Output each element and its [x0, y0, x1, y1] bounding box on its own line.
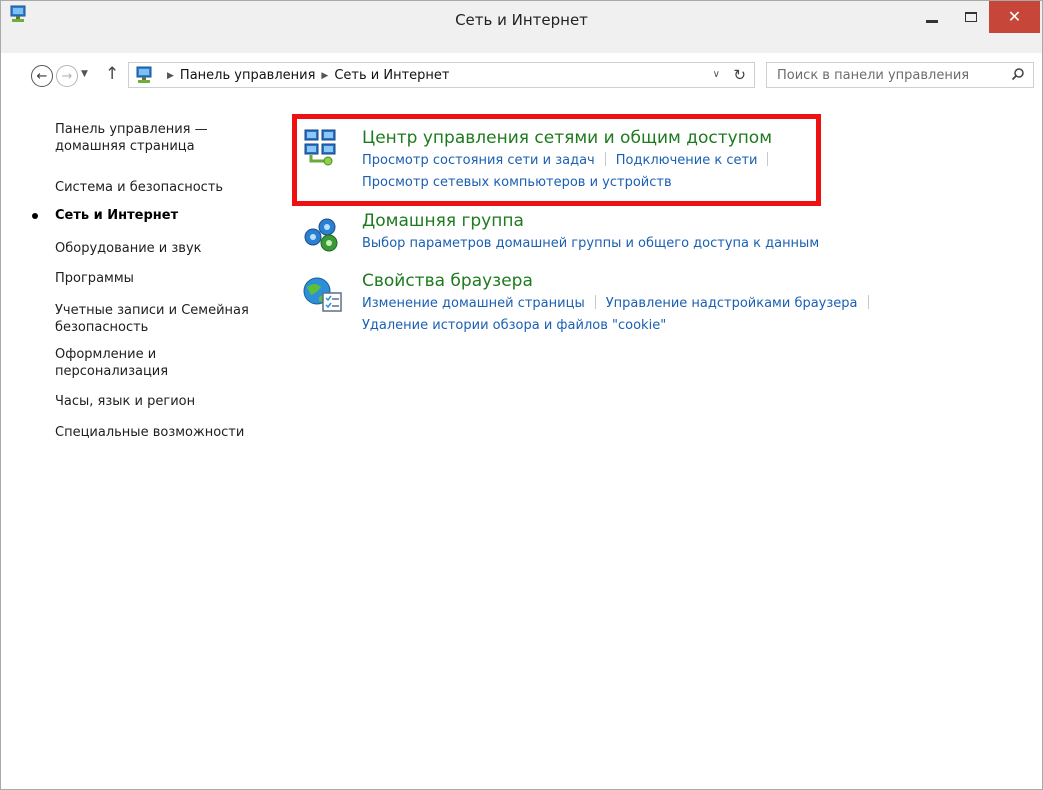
current-item-bullet-icon	[32, 213, 38, 219]
manage-addons-link[interactable]: Управление надстройками браузера	[606, 296, 858, 311]
arrow-left-icon: ←	[36, 68, 48, 84]
address-row: ← → ▼ ↑ ▶ Панель управления ▶ Сеть и Интерн…	[1, 57, 1042, 95]
chevron-down-icon: ▼	[81, 69, 88, 79]
close-button[interactable]: ✕	[989, 1, 1040, 33]
maximize-icon	[965, 11, 977, 22]
breadcrumb-network-internet[interactable]: Сеть и Интернет	[334, 68, 449, 83]
sidebar-item-system-security[interactable]: Система и безопасность	[55, 179, 280, 196]
sidebar-item-user-accounts[interactable]: Учетные записи и Семейная безопасность	[55, 302, 270, 336]
breadcrumb-separator-icon[interactable]: ▶	[167, 71, 174, 81]
sidebar-item-accessibility[interactable]: Специальные возможности	[55, 424, 280, 441]
link-divider	[867, 295, 869, 309]
up-button[interactable]: ↑	[105, 64, 119, 84]
internet-options-title[interactable]: Свойства браузера	[362, 271, 533, 291]
search-input[interactable]: Поиск в панели управления	[766, 62, 1034, 88]
sidebar-item-hardware-sound[interactable]: Оборудование и звук	[55, 240, 280, 257]
homegroup-title[interactable]: Домашняя группа	[362, 211, 524, 231]
change-home-page-link[interactable]: Изменение домашней страницы	[362, 296, 585, 311]
breadcrumb-separator-icon[interactable]: ▶	[321, 71, 328, 81]
highlight-box	[292, 114, 821, 206]
control-panel-window: Сеть и Интернет ✕ ← → ▼ ↑ ▶ Панель управл…	[0, 0, 1043, 790]
internet-options-links: Изменение домашней страницы Управление на…	[362, 293, 879, 315]
window-title: Сеть и Интернет	[455, 11, 588, 29]
internet-options-icon[interactable]	[301, 273, 345, 317]
network-folder-icon	[136, 66, 152, 83]
link-divider	[594, 295, 596, 309]
forward-button[interactable]: →	[56, 65, 78, 87]
arrow-up-icon: ↑	[105, 64, 120, 84]
delete-browsing-history-link[interactable]: Удаление истории обзора и файлов "cookie…	[362, 318, 666, 333]
sidebar-item-control-panel-home[interactable]: Панель управления — домашняя страница	[55, 121, 245, 155]
minimize-icon	[926, 20, 938, 23]
address-bar[interactable]: ▶ Панель управления ▶ Сеть и Интернет ∨ ↻	[128, 62, 755, 88]
back-button[interactable]: ←	[31, 65, 53, 87]
title-bar: Сеть и Интернет ✕	[1, 1, 1042, 53]
search-icon[interactable]	[1011, 67, 1025, 81]
maximize-button[interactable]	[954, 1, 988, 32]
breadcrumb-control-panel[interactable]: Панель управления	[180, 68, 316, 83]
sidebar-item-clock-region[interactable]: Часы, язык и регион	[55, 393, 280, 410]
sidebar-item-network-internet: Сеть и Интернет	[55, 208, 179, 223]
breadcrumb: ▶ Панель управления ▶ Сеть и Интернет	[161, 68, 449, 83]
refresh-icon[interactable]: ↻	[733, 66, 746, 84]
sidebar-item-programs[interactable]: Программы	[55, 270, 280, 287]
close-icon: ✕	[1007, 7, 1022, 26]
address-dropdown-icon[interactable]: ∨	[713, 69, 720, 80]
internet-options-links-row2: Удаление истории обзора и файлов "cookie…	[362, 315, 666, 337]
arrow-right-icon: →	[61, 68, 73, 84]
homegroup-icon[interactable]	[301, 213, 343, 255]
minimize-button[interactable]	[910, 1, 954, 32]
recent-locations-button[interactable]: ▼	[81, 69, 88, 79]
homegroup-links: Выбор параметров домашней группы и общег…	[362, 233, 819, 255]
search-placeholder: Поиск в панели управления	[777, 68, 970, 83]
sidebar-item-appearance[interactable]: Оформление и персонализация	[55, 346, 205, 380]
homegroup-settings-link[interactable]: Выбор параметров домашней группы и общег…	[362, 236, 819, 251]
